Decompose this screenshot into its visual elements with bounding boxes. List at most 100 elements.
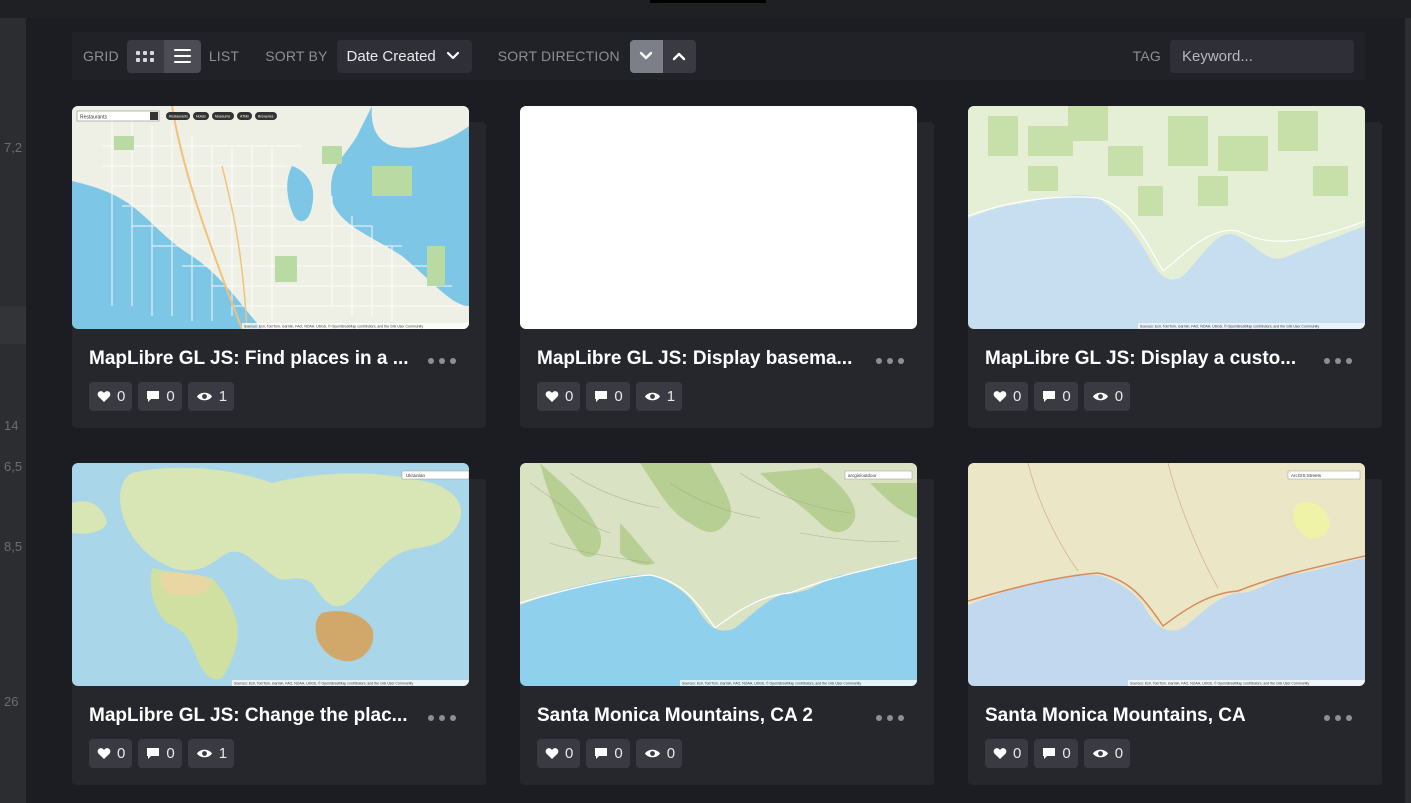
card-stats: 0 0 1 — [89, 739, 235, 768]
likes-badge: 0 — [537, 382, 581, 411]
heart-icon — [545, 748, 559, 759]
map-chip-text: Hotels — [196, 115, 206, 119]
list-label: LIST — [208, 48, 240, 64]
comment-icon — [595, 391, 608, 402]
comment-icon — [595, 748, 608, 759]
gallery-card[interactable]: MapLibre GL JS: Display basema... 0 0 1 — [520, 106, 934, 428]
card-stats: 0 0 0 — [985, 382, 1131, 411]
views-count: 1 — [218, 388, 228, 405]
views-count: 1 — [218, 745, 228, 762]
card-title[interactable]: Santa Monica Mountains, CA 2 — [537, 705, 857, 727]
heart-icon — [993, 748, 1007, 759]
more-options-icon[interactable] — [876, 358, 904, 364]
eye-icon — [644, 749, 660, 758]
views-count: 0 — [666, 745, 676, 762]
likes-count: 0 — [1013, 745, 1022, 762]
comments-count: 0 — [1062, 745, 1071, 762]
gallery-card[interactable]: Sources: Esri, TomTom, Garmin, FAO, NOAA… — [968, 106, 1382, 428]
grid-label: GRID — [83, 48, 119, 64]
map-attribution: Sources: Esri, TomTom, Garmin, FAO, NOAA… — [682, 682, 861, 686]
comments-badge: 0 — [138, 739, 182, 768]
map-attribution: Sources: Esri, TomTom, Garmin, FAO, NOAA… — [1140, 325, 1319, 329]
card-stats: 0 0 0 — [985, 739, 1131, 768]
background-top-tab — [650, 0, 766, 3]
eye-icon — [196, 749, 212, 758]
heart-icon — [97, 748, 111, 759]
background-number: 8,5 — [4, 539, 23, 554]
map-select-text: Ukrainian — [406, 473, 426, 478]
views-badge: 0 — [1083, 382, 1131, 411]
comments-badge: 0 — [138, 382, 182, 411]
background-number: 6,5 — [4, 459, 23, 474]
map-search-text: Restaurants — [80, 115, 107, 121]
comments-count: 0 — [1062, 388, 1071, 405]
views-badge: 0 — [635, 739, 683, 768]
card-title[interactable]: MapLibre GL JS: Change the plac... — [89, 705, 409, 727]
card-thumbnail[interactable]: Sources: Esri, TomTom, Garmin, FAO, NOAA… — [968, 106, 1365, 329]
comment-icon — [147, 391, 160, 402]
comments-count: 0 — [166, 388, 175, 405]
sort-ascending-button[interactable] — [662, 39, 696, 73]
likes-badge: 0 — [985, 382, 1029, 411]
card-thumbnail[interactable] — [520, 106, 917, 329]
views-badge: 1 — [187, 382, 235, 411]
tag-label: TAG — [1132, 48, 1161, 64]
background-left-strip — [0, 306, 26, 344]
list-icon — [173, 49, 191, 63]
background-right-column — [1405, 18, 1411, 803]
map-chip-text: Breweries — [258, 115, 274, 119]
view-toggle — [126, 39, 201, 73]
likes-badge: 0 — [89, 739, 133, 768]
map-select-text: arcgis/outdoor — [848, 473, 877, 478]
more-options-icon[interactable] — [876, 715, 904, 721]
grid-view-button[interactable] — [126, 39, 164, 73]
card-title[interactable]: MapLibre GL JS: Display basema... — [537, 348, 857, 370]
comments-badge: 0 — [586, 739, 630, 768]
likes-badge: 0 — [537, 739, 581, 768]
more-options-icon[interactable] — [428, 358, 456, 364]
list-view-button[interactable] — [163, 39, 201, 73]
sort-descending-button[interactable] — [629, 39, 663, 73]
gallery-modal: GRID LIST SORT BY Date Created SORT DIRE… — [26, 18, 1405, 803]
more-options-icon[interactable] — [1324, 715, 1352, 721]
grid-icon — [136, 50, 155, 62]
comments-badge: 0 — [586, 382, 630, 411]
likes-count: 0 — [565, 745, 574, 762]
background-number: 26 — [4, 694, 19, 709]
comments-count: 0 — [166, 745, 175, 762]
gallery-card[interactable]: arcgis/outdoor Sources: Esri, TomTom, Ga… — [520, 463, 934, 785]
comment-icon — [1043, 391, 1056, 402]
views-badge: 0 — [1083, 739, 1131, 768]
card-thumbnail[interactable]: ArcGIS:Streets Sources: Esri, TomTom, Ga… — [968, 463, 1365, 686]
eye-icon — [1092, 392, 1108, 401]
card-stats: 0 0 1 — [537, 382, 683, 411]
views-count: 0 — [1114, 388, 1124, 405]
card-stats: 0 0 1 — [89, 382, 235, 411]
more-options-icon[interactable] — [1324, 358, 1352, 364]
card-title[interactable]: MapLibre GL JS: Find places in a ... — [89, 348, 409, 370]
comment-icon — [1043, 748, 1056, 759]
more-options-icon[interactable] — [428, 715, 456, 721]
chevron-up-icon — [673, 52, 686, 61]
chevron-down-icon — [640, 51, 653, 60]
background-number: 7,2 — [4, 140, 23, 155]
gallery-card[interactable]: Ukrainian Sources: Esri, TomTom, Garmin,… — [72, 463, 486, 785]
comment-icon — [147, 748, 160, 759]
card-thumbnail[interactable]: Ukrainian Sources: Esri, TomTom, Garmin,… — [72, 463, 469, 686]
tag-keyword-input[interactable] — [1170, 39, 1354, 73]
gallery-card[interactable]: ArcGIS:Streets Sources: Esri, TomTom, Ga… — [968, 463, 1382, 785]
gallery-toolbar: GRID LIST SORT BY Date Created SORT DIRE… — [72, 32, 1365, 80]
map-chip-text: Restaurants — [169, 115, 188, 119]
eye-icon — [1092, 749, 1108, 758]
sort-direction-label: SORT DIRECTION — [497, 48, 620, 64]
card-title[interactable]: MapLibre GL JS: Display a custo... — [985, 348, 1305, 370]
card-thumbnail[interactable]: Restaurants Restaurants Hotels Museums A… — [72, 106, 469, 329]
gallery-card[interactable]: Restaurants Restaurants Hotels Museums A… — [72, 106, 486, 428]
card-title[interactable]: Santa Monica Mountains, CA — [985, 705, 1305, 727]
heart-icon — [97, 391, 111, 402]
heart-icon — [545, 391, 559, 402]
map-attribution: Sources: Esri, TomTom, Garmin, FAO, NOAA… — [244, 325, 423, 329]
map-attribution: Sources: Esri, TomTom, Garmin, FAO, NOAA… — [1130, 682, 1309, 686]
card-thumbnail[interactable]: arcgis/outdoor Sources: Esri, TomTom, Ga… — [520, 463, 917, 686]
sort-by-select[interactable]: Date Created — [336, 39, 472, 73]
